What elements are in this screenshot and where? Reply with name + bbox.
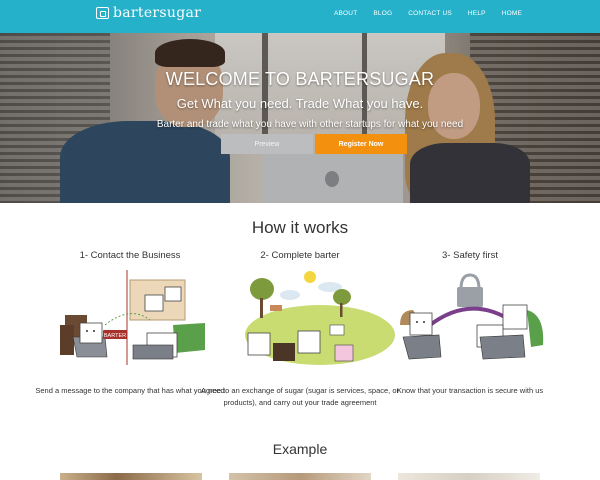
sugar-cube-logo-icon	[96, 7, 109, 19]
example-image-1[interactable]	[60, 473, 202, 480]
hero-description: Barter and trade what you have with othe…	[156, 119, 464, 130]
contact-business-illustration: BARTER	[60, 270, 205, 365]
example-image-3[interactable]	[398, 473, 540, 480]
nav-help[interactable]: HELP	[468, 10, 486, 17]
register-now-button[interactable]: Register Now	[315, 134, 407, 154]
brand-name: bartersugar	[113, 5, 202, 21]
safety-first-illustration	[400, 273, 544, 360]
example-heading: Example	[272, 441, 328, 457]
navbar: bartersugar ABOUT BLOG CONTACT US HELP H…	[0, 0, 600, 33]
hero-title: WELCOME TO BARTERSUGAR	[165, 69, 435, 89]
step-3-description: Know that your transaction is secure wit…	[396, 386, 544, 395]
nav-blog[interactable]: BLOG	[373, 10, 392, 17]
nav-contact-us[interactable]: CONTACT US	[408, 10, 452, 17]
hero-banner: WELCOME TO BARTERSUGAR Get What you need…	[0, 33, 600, 203]
barter-tag: BARTER	[104, 333, 126, 339]
padlock-icon	[457, 287, 483, 307]
nav-home[interactable]: HOME	[502, 10, 522, 17]
hero-subtitle: Get What you need. Trade What you have.	[176, 96, 424, 111]
brand-logo[interactable]: bartersugar	[96, 5, 201, 21]
main-nav: ABOUT BLOG CONTACT US HELP HOME	[318, 10, 522, 17]
example-image-2[interactable]	[229, 473, 371, 480]
complete-barter-illustration	[245, 271, 395, 365]
how-it-works-heading: How it works	[251, 218, 349, 237]
nav-about[interactable]: ABOUT	[334, 10, 357, 17]
preview-button[interactable]: Preview	[221, 134, 313, 154]
sun-icon	[304, 271, 316, 283]
step-3-title: 3- Safety first	[442, 250, 498, 261]
